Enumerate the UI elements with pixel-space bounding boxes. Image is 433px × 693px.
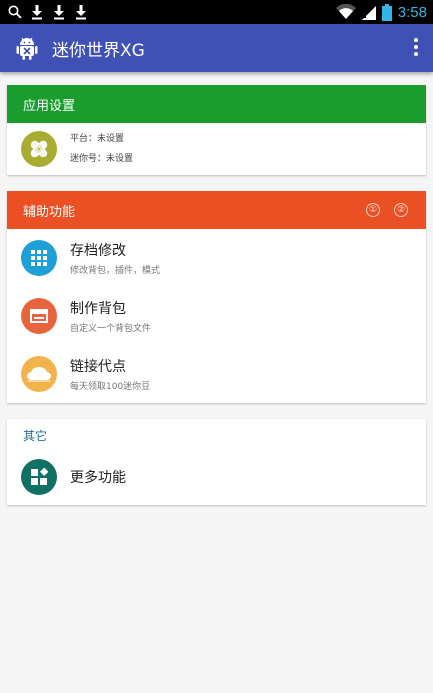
download-icon — [32, 5, 42, 20]
badge-1[interactable]: ① — [366, 203, 380, 217]
other-card: 其它 更多功能 — [7, 419, 426, 505]
archive-edit-item[interactable]: 存档修改 修改背包，插件，模式 — [7, 229, 426, 287]
mini-id-label: 迷你号：未设置 — [70, 154, 134, 164]
clock: 3:58 — [397, 3, 427, 21]
cloud-icon — [21, 356, 57, 392]
android-icon — [16, 37, 38, 60]
assist-header: 辅助功能 ① ② — [7, 191, 426, 229]
badge-2[interactable]: ② — [394, 203, 408, 217]
assist-header-title: 辅助功能 — [23, 204, 76, 220]
battery-icon — [381, 3, 392, 21]
status-bar: 3:58 — [0, 0, 433, 24]
bandage-icon — [21, 131, 57, 167]
badge-1-label: ① — [368, 205, 378, 215]
app-settings-row[interactable]: 平台：未设置 迷你号：未设置 — [7, 123, 426, 175]
item-subtitle: 修改背包，插件，模式 — [70, 266, 161, 276]
item-title: 链接代点 — [70, 359, 126, 375]
wifi-icon — [335, 4, 356, 19]
download-icon — [76, 5, 86, 20]
link-click-item[interactable]: 链接代点 每天领取100迷你豆 — [7, 345, 426, 403]
app-title: 迷你世界XG — [52, 40, 145, 61]
app-settings-header: 应用设置 — [7, 85, 426, 123]
download-icon — [54, 5, 64, 20]
overflow-menu-icon[interactable] — [413, 38, 419, 58]
grid-icon — [21, 240, 57, 276]
badge-2-label: ② — [396, 205, 406, 215]
item-title: 制作背包 — [70, 301, 126, 317]
assist-card: 辅助功能 ① ② 存档修改 修改背包，插件，模式 制作背包 自定义一个背包文件 … — [7, 191, 426, 403]
app-bar: 迷你世界XG — [0, 24, 433, 72]
item-subtitle: 自定义一个背包文件 — [70, 324, 152, 334]
app-settings-card: 应用设置 平台：未设置 迷你号：未设置 — [7, 85, 426, 175]
widgets-icon — [21, 459, 57, 495]
item-subtitle: 每天领取100迷你豆 — [70, 382, 151, 392]
other-header: 其它 — [23, 428, 48, 443]
search-icon — [8, 5, 22, 19]
signal-icon — [361, 6, 376, 20]
item-title: 存档修改 — [70, 243, 126, 259]
make-backpack-item[interactable]: 制作背包 自定义一个背包文件 — [7, 287, 426, 345]
window-icon — [21, 298, 57, 334]
item-title: 更多功能 — [70, 470, 126, 486]
platform-label: 平台：未设置 — [70, 134, 125, 144]
more-features-item[interactable]: 更多功能 — [7, 451, 426, 503]
